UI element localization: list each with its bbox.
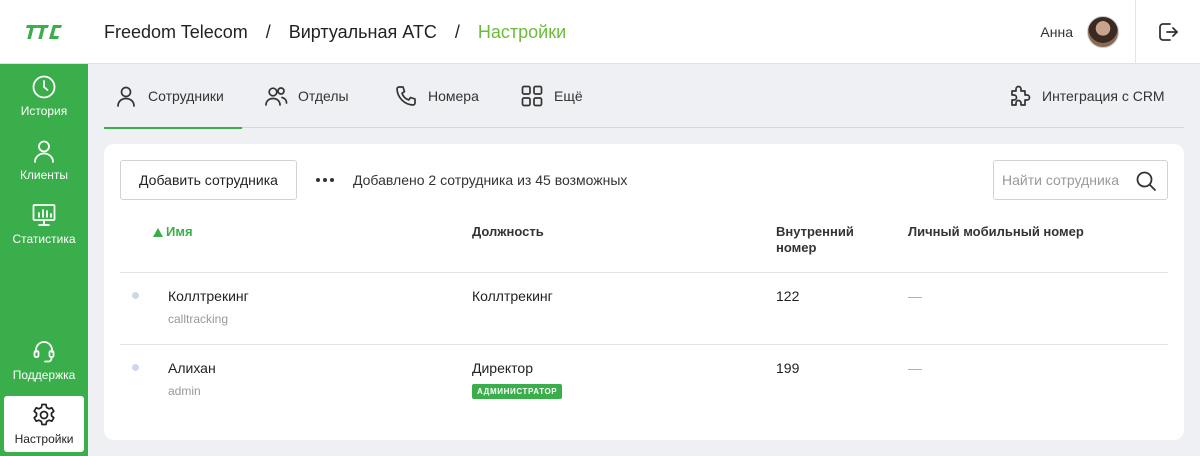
add-employee-button[interactable]: Добавить сотрудника [120,160,297,200]
employee-name: Коллтрекинг [168,288,249,304]
sidebar-item-settings[interactable]: Настройки [4,396,84,452]
logo-icon [26,24,62,39]
breadcrumb-separator: / [265,21,271,42]
search-box[interactable] [993,160,1168,200]
sidebar-item-label: Поддержка [12,368,76,382]
avatar[interactable] [1087,16,1119,48]
crm-integration-link[interactable]: Интеграция с CRM [1008,64,1165,128]
logo[interactable] [0,0,88,64]
sidebar-item-support[interactable]: Поддержка [4,332,84,388]
column-header-extension[interactable]: Внутренний номер [776,224,854,256]
top-header: Freedom Telecom / Виртуальная АТС / Наст… [0,0,1200,64]
group-icon [265,87,288,106]
chart-icon [32,204,56,226]
employee-mobile: — [908,360,922,376]
sidebar-item-label: История [20,104,68,118]
table-row[interactable]: Коллтрекинг calltracking Коллтрекинг 122… [104,272,1184,344]
tab-label: Номера [428,88,479,104]
employee-count-info: Добавлено 2 сотрудника из 45 возможных [353,172,628,188]
breadcrumb-item-pbx[interactable]: Виртуальная АТС [289,22,437,43]
employee-position: Директор [472,360,533,376]
grid-icon [521,85,543,107]
status-dot [132,364,139,371]
person-icon [117,86,135,107]
sidebar-item-label: Настройки [14,432,74,446]
clock-icon [32,75,56,99]
role-badge: АДМИНИСТРАТОР [472,384,563,399]
column-header-label: Внутренний [776,224,854,239]
employee-login: admin [168,384,201,398]
sidebar-item-label: Статистика [12,232,76,246]
column-header-position[interactable]: Должность [472,224,544,240]
employee-extension: 122 [776,288,800,304]
employee-login: calltracking [168,312,229,326]
tab-label: Ещё [554,88,583,104]
sidebar: История Клиенты Статистика Поддержка Нас… [0,64,88,456]
tab-numbers[interactable]: Номера [394,64,479,128]
person-icon [34,140,54,163]
phone-icon [396,86,416,106]
tab-more[interactable]: Ещё [520,64,583,128]
column-header-name[interactable]: Имя [153,224,193,240]
breadcrumb: Freedom Telecom / Виртуальная АТС / Наст… [104,0,566,64]
tab-label: Отделы [298,88,349,104]
tab-label: Сотрудники [148,88,224,104]
sidebar-item-clients[interactable]: Клиенты [4,132,84,188]
search-input[interactable] [1002,172,1137,188]
sidebar-item-history[interactable]: История [4,68,84,124]
column-header-label: номер [776,240,817,255]
logout-button[interactable] [1136,0,1200,64]
employees-card: Добавить сотрудника Добавлено 2 сотрудни… [104,144,1184,440]
sort-asc-icon [153,227,163,237]
column-header-mobile[interactable]: Личный мобильный номер [908,224,1084,240]
sidebar-item-statistics[interactable]: Статистика [4,196,84,252]
employee-name: Алихан [168,360,216,376]
breadcrumb-item-company[interactable]: Freedom Telecom [104,22,248,43]
logout-icon [1159,23,1178,41]
breadcrumb-item-settings: Настройки [477,21,567,42]
employee-position: Коллтрекинг [472,288,553,304]
headset-icon [33,341,55,363]
ellipsis-icon [316,178,320,182]
more-actions-button[interactable] [312,170,338,190]
user-name: Анна [1040,24,1073,40]
tab-employees[interactable]: Сотрудники [104,64,242,129]
table-row[interactable]: Алихан admin Директор АДМИНИСТРАТОР 199 … [104,344,1184,416]
tab-departments[interactable]: Отделы [264,64,349,128]
employee-extension: 199 [776,360,800,376]
puzzle-icon [1011,85,1031,106]
breadcrumb-separator: / [454,21,460,42]
sidebar-item-label: Клиенты [19,168,69,182]
gear-icon [33,403,55,426]
employee-mobile: — [908,288,922,304]
tab-label: Интеграция с CRM [1042,88,1165,104]
user-menu[interactable]: Анна [1040,0,1119,64]
status-dot [132,292,139,299]
column-header-label: Имя [166,224,193,239]
search-icon[interactable] [1135,170,1157,192]
tab-bar: Сотрудники Отделы Номера Ещё Интеграция … [104,64,1184,129]
